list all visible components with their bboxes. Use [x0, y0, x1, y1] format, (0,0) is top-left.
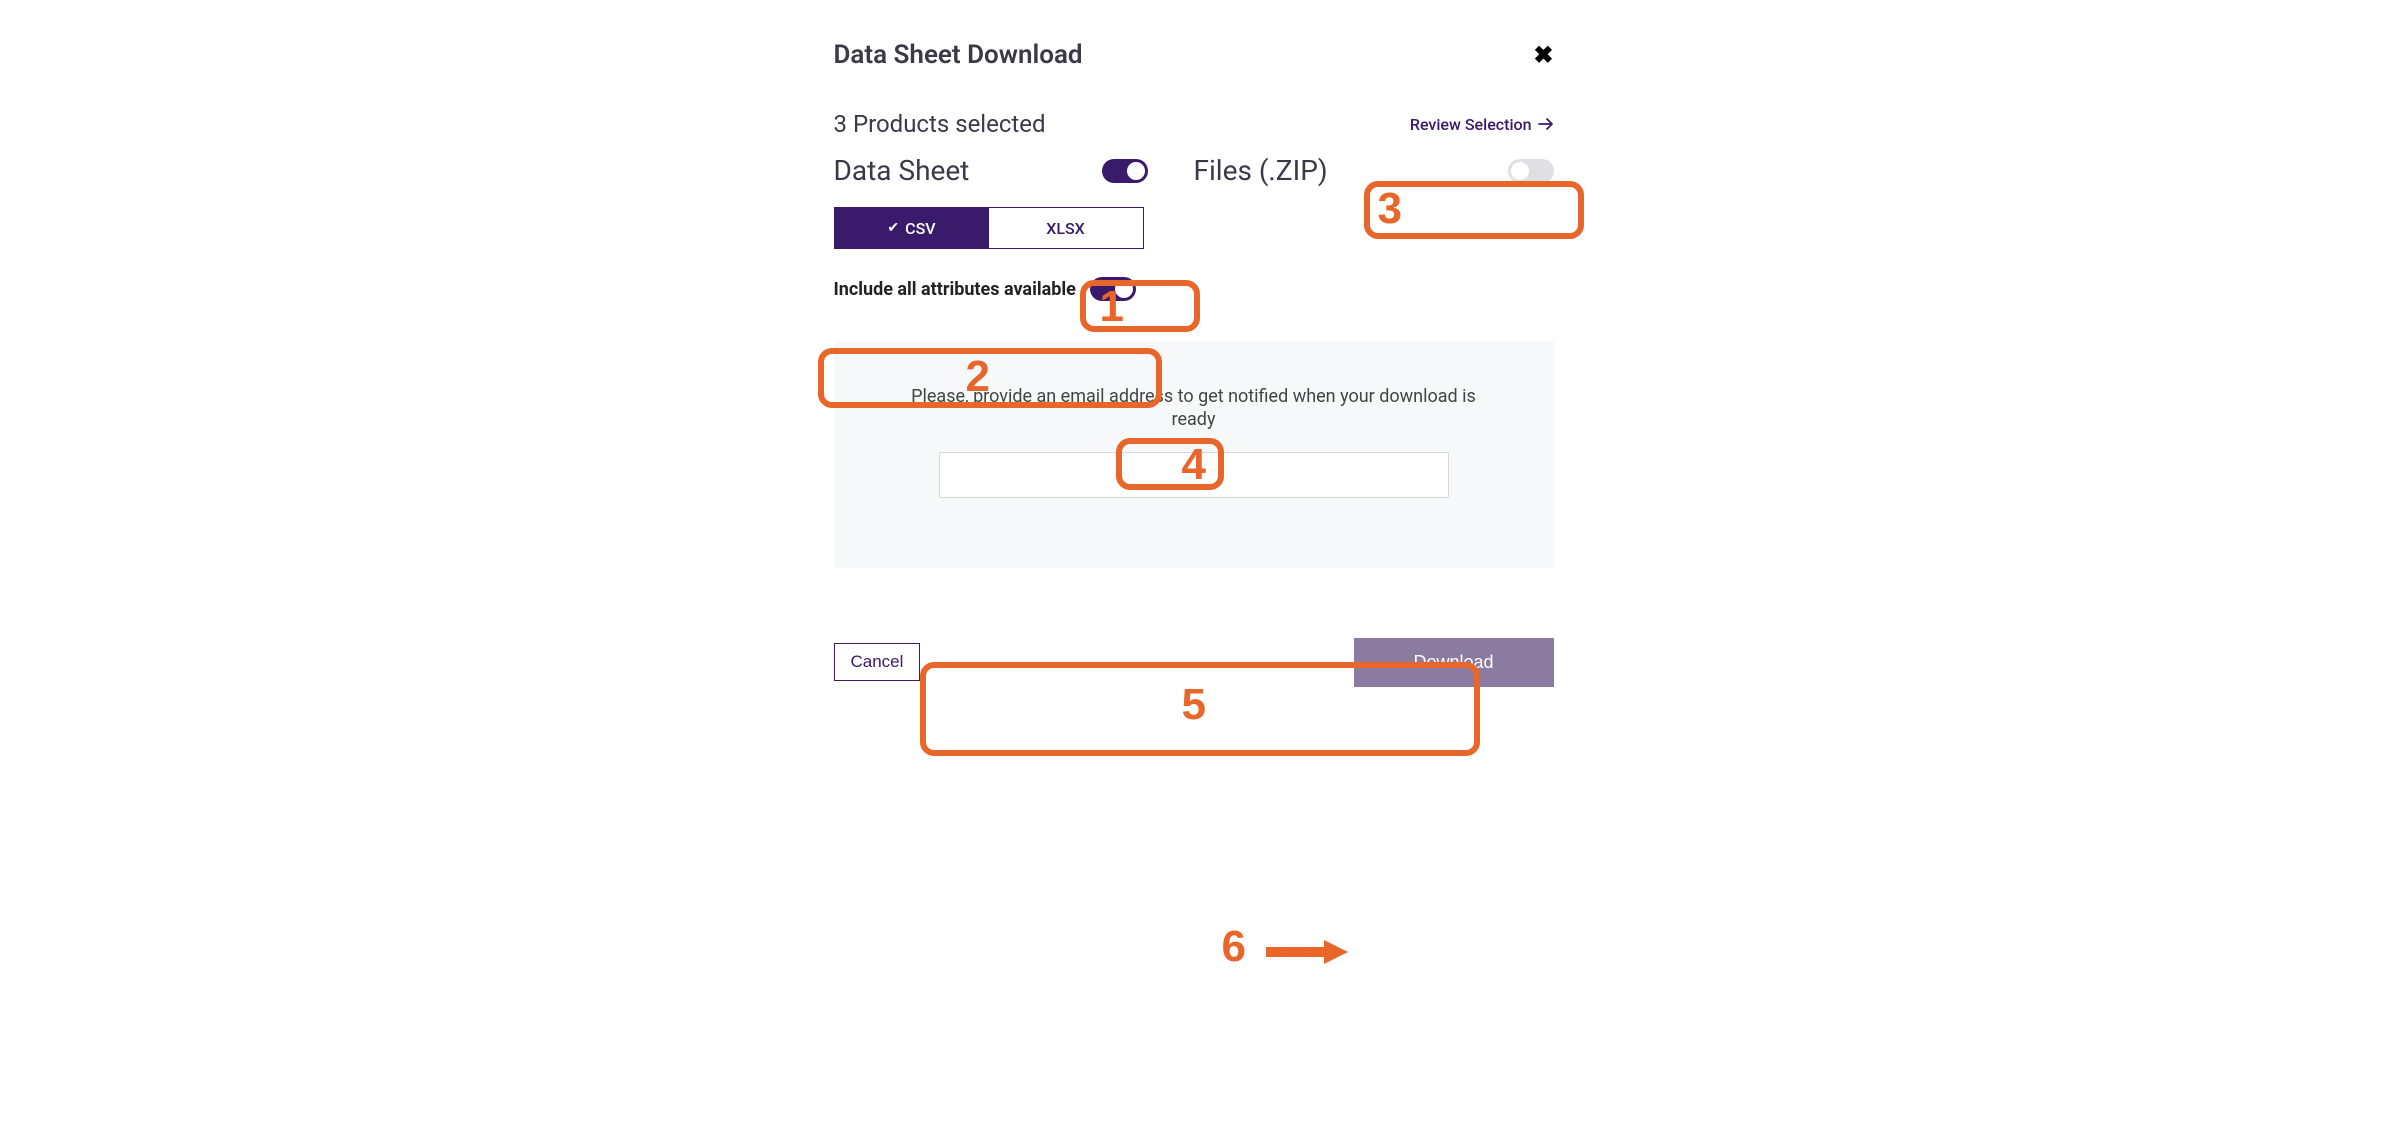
output-toggle-row: Data Sheet Files (.ZIP) [834, 154, 1554, 187]
review-selection-label: Review Selection [1410, 115, 1532, 134]
modal-title: Data Sheet Download [834, 40, 1083, 70]
files-zip-col: Files (.ZIP) [1194, 154, 1554, 187]
files-zip-label: Files (.ZIP) [1194, 154, 1328, 187]
data-sheet-label: Data Sheet [834, 154, 970, 187]
modal-header: Data Sheet Download ✖ [834, 40, 1554, 110]
data-sheet-col: Data Sheet [834, 154, 1194, 187]
email-input[interactable] [939, 452, 1449, 498]
summary-row: 3 Products selected Review Selection [834, 110, 1554, 138]
data-sheet-toggle[interactable] [1102, 159, 1148, 183]
data-sheet-download-modal: Data Sheet Download ✖ 3 Products selecte… [834, 40, 1554, 717]
arrow-right-icon [1538, 117, 1554, 131]
email-panel: Please, provide an email address to get … [834, 341, 1554, 568]
close-icon[interactable]: ✖ [1533, 43, 1553, 67]
annotation-number-6: 6 [1222, 922, 1246, 972]
products-selected-text: 3 Products selected [834, 110, 1046, 138]
download-button[interactable]: Download [1354, 638, 1554, 687]
cancel-button[interactable]: Cancel [834, 643, 921, 681]
include-attributes-row: Include all attributes available [834, 277, 1554, 301]
annotation-number-5: 5 [1182, 680, 1206, 730]
email-prompt-text: Please, provide an email address to get … [894, 385, 1494, 432]
include-attributes-toggle[interactable] [1090, 277, 1136, 301]
format-xlsx-label: XLSX [1046, 219, 1085, 238]
format-csv-button[interactable]: ✔ CSV [835, 208, 989, 248]
files-zip-toggle[interactable] [1508, 159, 1554, 183]
modal-footer: Cancel Download [834, 638, 1554, 687]
format-xlsx-button[interactable]: XLSX [989, 208, 1143, 248]
format-csv-label: CSV [905, 219, 935, 238]
annotation-arrow-6 [1264, 938, 1348, 966]
annotation-number-3: 3 [1378, 184, 1402, 234]
review-selection-link[interactable]: Review Selection [1410, 115, 1554, 134]
check-icon: ✔ [887, 220, 899, 236]
annotation-box-3 [1364, 181, 1584, 239]
format-segmented-control: ✔ CSV XLSX [834, 207, 1144, 249]
include-attributes-label: Include all attributes available [834, 279, 1076, 300]
